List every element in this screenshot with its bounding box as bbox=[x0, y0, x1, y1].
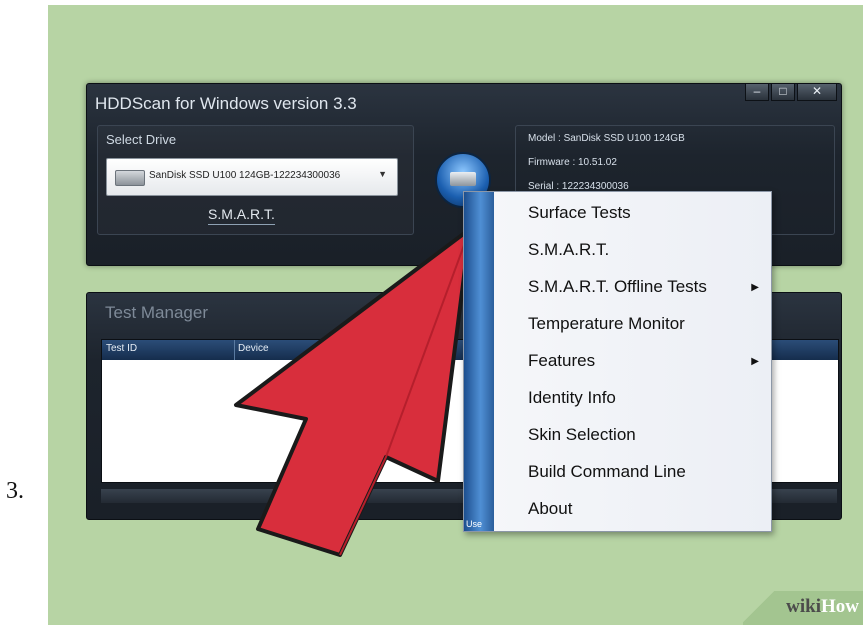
big-red-pointer-arrow-icon bbox=[234, 227, 472, 557]
wikihow-watermark: wikiHow bbox=[743, 591, 863, 625]
chevron-down-icon: ▼ bbox=[378, 169, 387, 179]
context-menu: Use Surface Tests S.M.A.R.T. S.M.A.R.T. … bbox=[463, 191, 772, 532]
menu-side-text: Use bbox=[466, 519, 483, 529]
hard-drive-icon bbox=[450, 172, 476, 186]
drive-dropdown[interactable]: SanDisk SSD U100 124GB-122234300036 ▼ bbox=[106, 158, 398, 196]
submenu-arrow-icon: ▶ bbox=[751, 282, 759, 293]
screenshot-panel: HDDScan for Windows version 3.3 – □ ✕ Se… bbox=[48, 5, 863, 625]
menu-item-build-command-line[interactable]: Build Command Line bbox=[528, 462, 686, 482]
drive-model: Model : SanDisk SSD U100 124GB bbox=[528, 133, 685, 144]
minimize-button[interactable]: – bbox=[745, 84, 769, 101]
close-button[interactable]: ✕ bbox=[797, 84, 837, 101]
menu-item-surface-tests[interactable]: Surface Tests bbox=[528, 203, 631, 223]
hard-drive-icon bbox=[115, 170, 145, 186]
select-drive-label: Select Drive bbox=[106, 132, 177, 147]
menu-item-temperature-monitor[interactable]: Temperature Monitor bbox=[528, 314, 685, 334]
window-controls: – □ ✕ bbox=[743, 84, 837, 101]
menu-item-about[interactable]: About bbox=[528, 499, 572, 519]
selected-drive: SanDisk SSD U100 124GB-122234300036 bbox=[149, 170, 341, 181]
submenu-arrow-icon: ▶ bbox=[751, 356, 759, 367]
menu-item-smart[interactable]: S.M.A.R.T. bbox=[528, 240, 609, 260]
test-manager-title: Test Manager bbox=[105, 303, 208, 322]
step-number: 3. bbox=[6, 478, 24, 504]
menu-item-features[interactable]: Features bbox=[528, 351, 595, 371]
menu-item-smart-offline-tests[interactable]: S.M.A.R.T. Offline Tests bbox=[528, 277, 707, 297]
menu-item-skin-selection[interactable]: Skin Selection bbox=[528, 425, 636, 445]
menu-side-strip: Use bbox=[464, 192, 494, 531]
menu-item-identity-info[interactable]: Identity Info bbox=[528, 388, 616, 408]
maximize-button[interactable]: □ bbox=[771, 84, 795, 101]
window-title: HDDScan for Windows version 3.3 bbox=[95, 94, 357, 113]
column-test-id[interactable]: Test ID bbox=[106, 343, 137, 354]
wikihow-logo: wikiHow bbox=[786, 596, 859, 617]
drive-firmware: Firmware : 10.51.02 bbox=[528, 157, 617, 168]
